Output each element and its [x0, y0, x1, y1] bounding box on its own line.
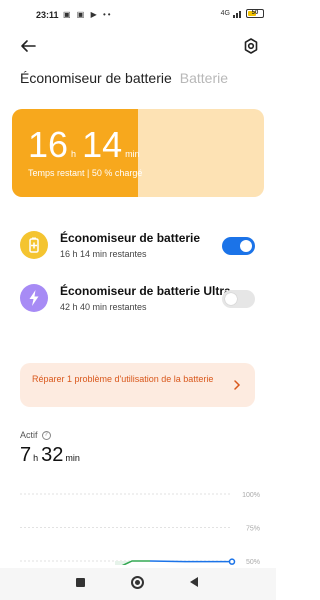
battery-saver-row[interactable]: Économiseur de batterie 16 h 14 min rest… [20, 229, 260, 265]
battery-saver-icon [20, 231, 48, 259]
minutes-unit: min [125, 149, 140, 159]
help-icon[interactable]: ? [41, 430, 51, 440]
chart-ytick-label: 75% [246, 526, 260, 533]
fix-issue-text: Réparer 1 problème d'utilisation de la b… [32, 374, 214, 384]
signal-bars-icon [233, 10, 241, 18]
active-label-row: Actif ? [20, 430, 51, 440]
chart-series-line [149, 560, 232, 563]
navigation-bar [0, 568, 276, 600]
chart-ytick-label: 50% [246, 559, 260, 565]
tab-bar: Économiseur de batterie Batterie [20, 70, 228, 88]
chart-ytick-label: 100% [242, 492, 260, 499]
battery-saver-description: 16 h 14 min restantes [60, 249, 147, 259]
battery-usage-chart: 100% 75% 50% [20, 492, 260, 565]
tab-battery-saver[interactable]: Économiseur de batterie [20, 70, 172, 86]
hours-unit: h [71, 149, 77, 159]
active-time: 7 h 32 min [20, 444, 83, 467]
ultra-battery-saver-title: Économiseur de batterie Ultra [60, 284, 231, 298]
battery-level: 50 [251, 10, 259, 16]
battery-saver-toggle[interactable] [222, 237, 255, 255]
chevron-right-icon [234, 380, 241, 390]
remaining-hours: 16 [28, 124, 69, 165]
nav-back-icon[interactable] [190, 577, 198, 587]
recents-icon[interactable] [76, 578, 85, 587]
fix-issue-card[interactable]: Réparer 1 problème d'utilisation de la b… [20, 363, 255, 407]
battery-saver-title: Économiseur de batterie [60, 231, 201, 245]
active-minutes: 32 [41, 444, 64, 466]
gear-icon[interactable] [241, 36, 261, 56]
battery-icon: 50 [246, 9, 264, 18]
lightning-icon [20, 284, 48, 312]
home-icon[interactable] [131, 576, 144, 589]
remaining-time: 16 h 14 min [28, 127, 146, 163]
active-hours-unit: h [33, 453, 39, 463]
notification-icons: ▣ ▣ ▶ •• [63, 10, 113, 19]
ultra-battery-saver-toggle[interactable] [222, 290, 255, 308]
ultra-battery-saver-row[interactable]: Économiseur de batterie Ultra 42 h 40 mi… [20, 282, 260, 318]
status-time: 23:11 [36, 10, 59, 20]
active-label: Actif [20, 430, 38, 440]
signal-icon: 4G [220, 10, 230, 17]
chart-current-point [228, 558, 236, 565]
remaining-minutes: 14 [82, 124, 123, 165]
remaining-time-subtitle: Temps restant | 50 % chargé [28, 168, 143, 178]
ultra-battery-saver-description: 42 h 40 min restantes [60, 302, 147, 312]
active-hours: 7 [20, 444, 32, 466]
status-right-icons: 4G 50 [221, 9, 264, 18]
back-arrow-icon[interactable] [18, 36, 38, 56]
status-bar: 23:11 ▣ ▣ ▶ •• 4G 50 [0, 0, 276, 30]
tab-battery[interactable]: Batterie [180, 70, 228, 86]
active-minutes-unit: min [65, 453, 80, 463]
remaining-time-card: 16 h 14 min Temps restant | 50 % chargé [12, 109, 264, 197]
